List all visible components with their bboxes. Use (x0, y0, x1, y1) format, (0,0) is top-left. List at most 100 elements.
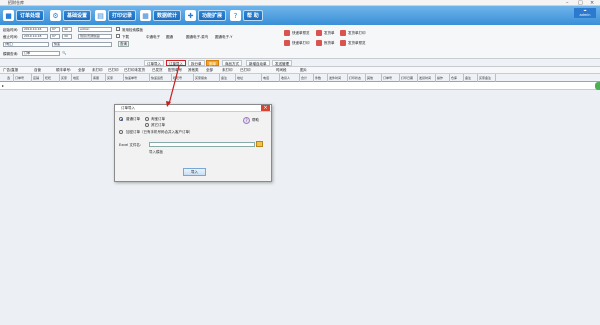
pick-button[interactable]: 拣货单 (316, 40, 335, 46)
column-header[interactable]: 地区 (72, 74, 92, 82)
radio-normal-label: 普通订单 (126, 117, 140, 121)
status-select[interactable]: 到货(普通快递) (78, 34, 112, 39)
column-header[interactable]: 其他 (366, 74, 382, 82)
delete-order-button[interactable]: 删单 (206, 60, 219, 66)
sender-print-button[interactable]: 发货单打印 (340, 30, 366, 36)
column-header[interactable]: 买家 (106, 74, 124, 82)
filter-printed[interactable]: 已打印 (108, 68, 119, 73)
filter-pick-no[interactable]: 配货单号 (168, 68, 182, 73)
filter-printed-2[interactable]: 已打印 (240, 68, 251, 73)
filter-image[interactable]: 图片 (300, 68, 307, 73)
import-button[interactable]: 导入 (183, 168, 206, 176)
column-header[interactable]: 地址 (236, 74, 262, 82)
start-min-input[interactable]: 40 (62, 27, 72, 32)
orders-grid-header: 选订单号 店铺 旺旺 买家 地区 客服 买家 快递单号 快递运费 旺旺号 买家留言 备注 地址 电话 收货人… (0, 74, 600, 82)
tab-settings[interactable]: ⚙ 基础设置 (50, 8, 92, 23)
filter-printed-unshipped[interactable]: 已打印未发货 (124, 68, 145, 73)
start-date-input[interactable]: 2019-10-16 (22, 27, 48, 32)
column-header[interactable]: 备注 (464, 74, 478, 82)
radio-custom-label: 淘宝订单 (151, 117, 165, 121)
fuzzy-search-input[interactable]: 订单 (22, 51, 60, 56)
tab-print-records[interactable]: ▤ 打印记录 (95, 8, 137, 23)
end-date-input[interactable]: 2019-10-18 (22, 34, 48, 39)
template-link[interactable]: 导入模板 (149, 150, 163, 154)
type-select[interactable]: [电汇] (3, 42, 49, 47)
user-badge[interactable]: ☁ admin (574, 8, 596, 18)
column-header[interactable]: 快递单号 (124, 74, 150, 82)
buyer-input[interactable]: admin (78, 27, 112, 32)
express-icon (284, 40, 290, 46)
download-checkbox[interactable] (116, 34, 120, 38)
column-header[interactable]: 买家备注 (478, 74, 496, 82)
end-min-input[interactable]: 39 (62, 34, 72, 39)
template-checkbox[interactable] (116, 27, 120, 31)
column-header[interactable]: 合计 (300, 74, 314, 82)
split-order-button[interactable]: 拆分单 (188, 60, 205, 66)
type2-select[interactable]: 快递 (52, 42, 112, 47)
product-mode-button[interactable]: 商品方式 (222, 60, 242, 66)
dialog-close-button[interactable]: × (261, 105, 270, 111)
column-header[interactable]: 选 (6, 74, 14, 82)
column-header[interactable]: 买家留言 (194, 74, 220, 82)
filter-all[interactable]: 全部 (78, 68, 85, 73)
carrier-check-1[interactable]: 中通电子 (146, 35, 160, 40)
express-print-button[interactable]: 快递单打印 (284, 40, 310, 46)
sender-preview-label: 发货单预览 (348, 40, 366, 45)
column-header[interactable]: 订单号 (382, 74, 400, 82)
sender-preview-button[interactable]: 发货单预览 (340, 40, 366, 46)
import-order-button-a[interactable]: 订单导入 (144, 60, 164, 66)
folder-icon[interactable] (256, 141, 263, 147)
filter-unprinted[interactable]: 未打印 (92, 68, 103, 73)
radio-other[interactable] (145, 123, 149, 127)
column-header[interactable]: 件数 (314, 74, 328, 82)
radio-merge[interactable] (119, 130, 123, 134)
import-order-button[interactable]: 订单导入 (166, 60, 186, 66)
column-header[interactable]: 仓库 (450, 74, 464, 82)
row-pointer-icon: ▸ (2, 83, 5, 88)
column-header[interactable]: 订单号 (14, 74, 32, 82)
auto-order-button[interactable]: 新增自动单 (246, 60, 270, 66)
filter-ad[interactable]: 广告/直报 (3, 68, 18, 73)
column-header[interactable]: 旺旺 (44, 74, 60, 82)
column-header[interactable]: 电话 (262, 74, 280, 82)
sender-button[interactable]: 发货单 (316, 30, 335, 36)
tab-stats[interactable]: ▦ 数据统计 (140, 8, 182, 23)
column-header[interactable]: 打印日期 (400, 74, 418, 82)
column-header[interactable]: 发货时间 (418, 74, 436, 82)
filter-unprinted-2[interactable]: 未打印 (222, 68, 233, 73)
column-header[interactable]: 客服 (92, 74, 106, 82)
file-path-input[interactable] (149, 142, 255, 147)
dialog-title: 订单导入 (115, 105, 271, 112)
filter-other[interactable]: 其他类 (188, 68, 199, 73)
column-header[interactable]: 收货人 (280, 74, 300, 82)
express-preview-button[interactable]: 快递单预览 (284, 30, 310, 36)
column-header[interactable]: 发件时间 (328, 74, 348, 82)
column-header[interactable]: 店铺 (32, 74, 44, 82)
column-header[interactable]: 打印状态 (348, 74, 366, 82)
side-handle[interactable] (595, 82, 600, 90)
filter-all-2[interactable]: 全部 (206, 68, 213, 73)
tab-help[interactable]: ? 帮 助 (230, 8, 263, 23)
start-hour-input[interactable]: 07 (50, 27, 60, 32)
filter-self[interactable]: 自营 (34, 68, 41, 73)
column-header[interactable]: 快递运费 (150, 74, 172, 82)
end-hour-input[interactable]: 07 (50, 34, 60, 39)
tab-orders[interactable]: ■ 订单处理 (3, 8, 45, 23)
carrier-check-4[interactable]: 圆通电子-Y (215, 35, 232, 40)
filter-time-range[interactable]: 时间段 (276, 68, 287, 73)
search-icon[interactable]: 🔍 (62, 51, 66, 55)
tab-extend[interactable]: ✚ 功能扩展 (185, 8, 227, 23)
table-row[interactable]: ▸ (0, 82, 600, 90)
help-button[interactable]: ? 帮助 (243, 117, 259, 124)
send-manage-button[interactable]: 发送管理 (272, 60, 292, 66)
column-header[interactable]: 备注 (220, 74, 236, 82)
column-header[interactable]: 旺旺号 (172, 74, 194, 82)
column-header[interactable]: 买家 (60, 74, 72, 82)
filter-shipped[interactable]: 已发货 (152, 68, 163, 73)
radio-normal[interactable] (119, 117, 123, 121)
carrier-check-3[interactable]: 圆通电子-菜鸟 (186, 35, 208, 40)
carrier-check-2[interactable]: 圆通 (166, 35, 173, 40)
column-header[interactable]: 操作 (436, 74, 450, 82)
radio-custom[interactable] (145, 117, 149, 121)
search-button[interactable]: 查询 (118, 41, 129, 47)
